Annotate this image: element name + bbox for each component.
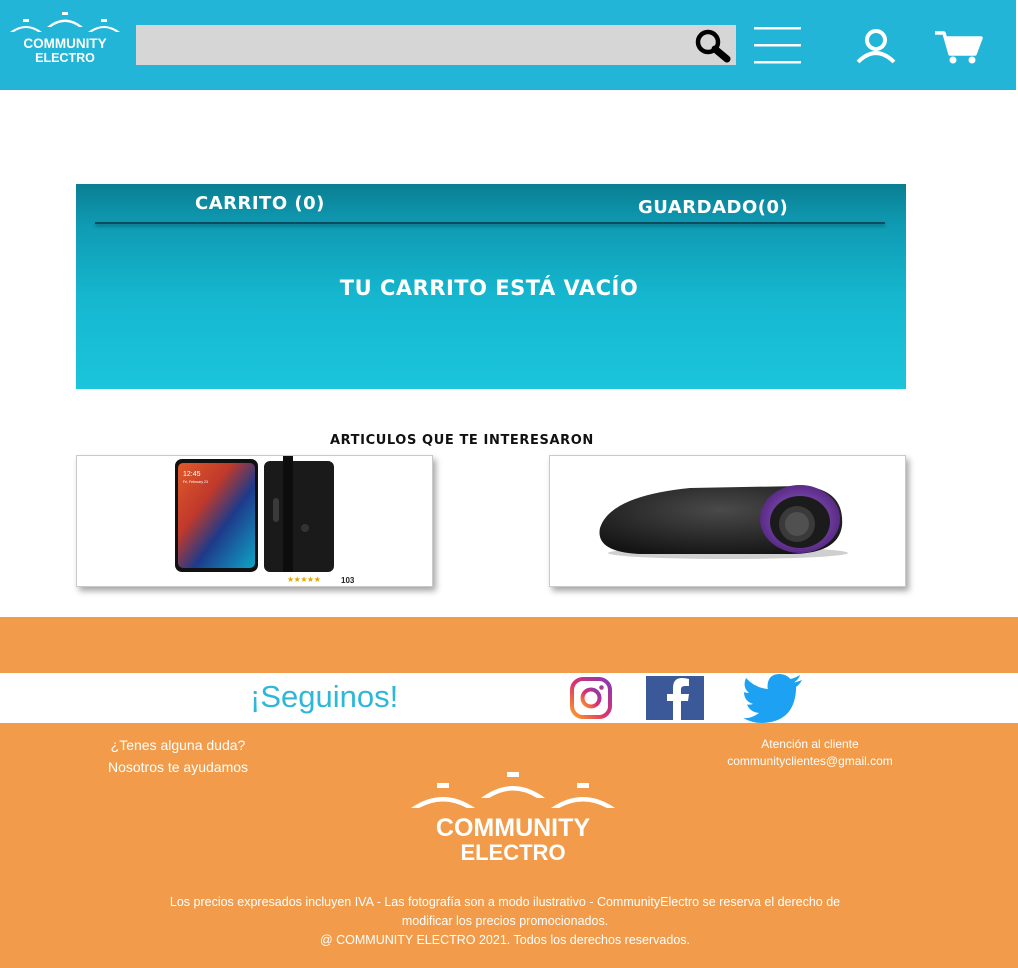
facebook-link[interactable] bbox=[645, 675, 705, 721]
legal-text: Los precios expresados incluyen IVA - La… bbox=[130, 893, 880, 950]
contact-label: Atención al cliente bbox=[761, 737, 859, 751]
rating-stars: ★★★★★ bbox=[287, 575, 321, 584]
search-bar bbox=[136, 25, 736, 65]
speaker-image bbox=[599, 485, 848, 559]
logo-text-line2: ELECTRO bbox=[35, 51, 95, 65]
footer-logo: COMMUNITY ELECTRO bbox=[403, 770, 623, 865]
help-line-2: Nosotros te ayudamos bbox=[107, 759, 249, 775]
account-button[interactable] bbox=[853, 26, 899, 66]
contact-email[interactable]: communityclientes@gmail.com bbox=[700, 753, 920, 770]
logo-text-line1: COMMUNITY bbox=[23, 36, 106, 51]
twitter-icon bbox=[743, 674, 802, 723]
rating-count: 103 bbox=[341, 576, 355, 585]
tab-saved[interactable]: GUARDADO(0) bbox=[638, 197, 788, 218]
product-card-phone[interactable]: 12:45 Fri, February 23 ★★★★★ 103 bbox=[76, 455, 433, 587]
menu-button[interactable] bbox=[752, 26, 802, 66]
logo[interactable]: COMMUNITY ELECTRO bbox=[5, 10, 125, 66]
search-button[interactable] bbox=[686, 26, 736, 64]
svg-text:Fri, February 23: Fri, February 23 bbox=[183, 480, 208, 484]
legal-line-2: modificar los precios promocionados. bbox=[401, 914, 609, 928]
help-text: ¿Tenes alguna duda? Nosotros te ayudamos bbox=[78, 734, 278, 778]
instagram-icon bbox=[570, 677, 612, 719]
phone-image: 12:45 Fri, February 23 bbox=[175, 456, 334, 572]
search-icon bbox=[695, 29, 731, 63]
footer: ¿Tenes alguna duda? Nosotros te ayudamos… bbox=[0, 723, 1018, 968]
user-icon bbox=[856, 29, 896, 64]
svg-text:12:45: 12:45 bbox=[183, 471, 201, 478]
tab-divider bbox=[95, 222, 885, 224]
product-card-speaker[interactable] bbox=[549, 455, 906, 587]
recommendations-title: ARTICULOS QUE TE INTERESARON bbox=[330, 433, 594, 448]
legal-line-3: @ COMMUNITY ELECTRO 2021. Todos los dere… bbox=[319, 933, 690, 947]
follow-label: ¡Seguinos! bbox=[250, 679, 399, 714]
follow-bar: ¡Seguinos! bbox=[0, 673, 1014, 723]
cart-icon bbox=[935, 31, 983, 64]
contact-text: Atención al cliente communityclientes@gm… bbox=[700, 736, 920, 770]
cart-button[interactable] bbox=[933, 26, 985, 66]
footer-logo-line1: COMMUNITY bbox=[436, 814, 590, 842]
empty-cart-message: TU CARRITO ESTÁ VACÍO bbox=[339, 276, 639, 300]
footer-top-band bbox=[0, 617, 1018, 673]
tab-cart[interactable]: CARRITO (0) bbox=[195, 193, 325, 214]
cart-panel: CARRITO (0) GUARDADO(0) TU CARRITO ESTÁ … bbox=[76, 184, 906, 389]
legal-line-1: Los precios expresados incluyen IVA - La… bbox=[169, 895, 841, 909]
twitter-link[interactable] bbox=[742, 673, 804, 723]
help-line-1: ¿Tenes alguna duda? bbox=[110, 737, 246, 753]
search-input[interactable] bbox=[136, 25, 676, 65]
page: COMMUNITY ELECTRO CARRITO (0) GUARDADO(0… bbox=[0, 0, 1018, 968]
footer-logo-line2: ELECTRO bbox=[460, 840, 565, 862]
header: COMMUNITY ELECTRO bbox=[0, 0, 1016, 90]
facebook-icon bbox=[646, 676, 704, 721]
menu-icon bbox=[754, 27, 801, 64]
instagram-link[interactable] bbox=[568, 675, 614, 721]
